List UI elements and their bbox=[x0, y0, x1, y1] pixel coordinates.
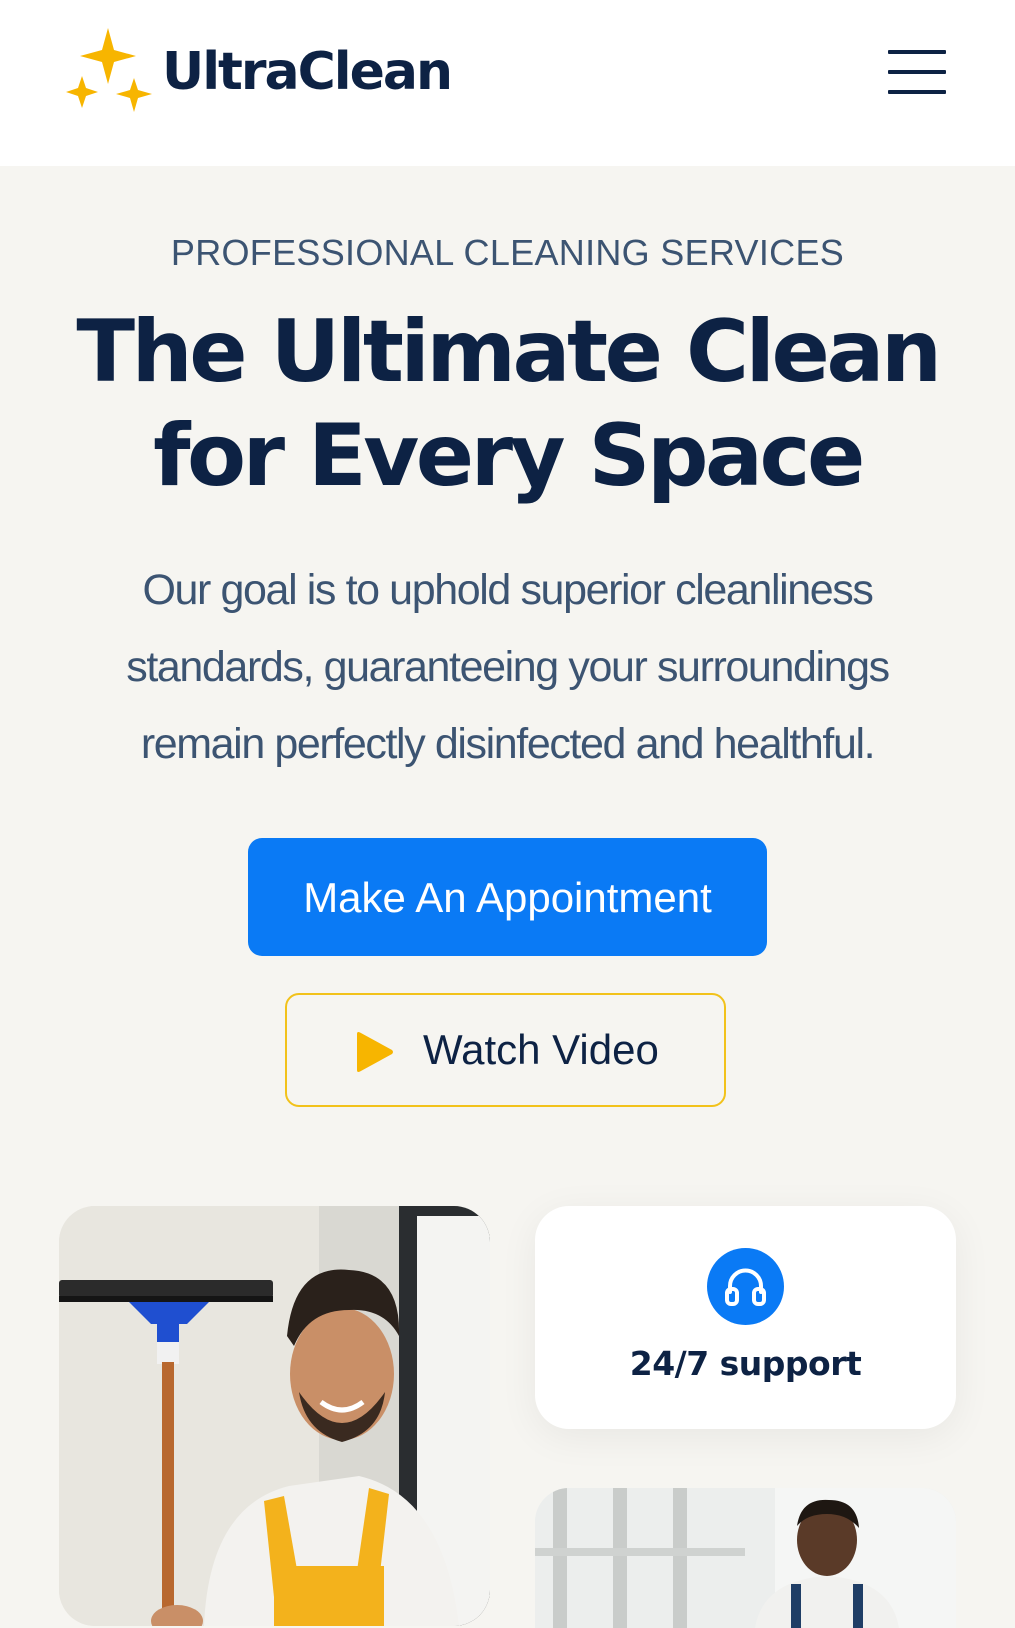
brand-logo[interactable]: UltraClean bbox=[62, 28, 462, 120]
photo-illustration bbox=[59, 1206, 490, 1626]
support-card[interactable]: 24/7 support bbox=[535, 1206, 956, 1429]
headline-line: for Every Space bbox=[153, 406, 865, 506]
description-line: Our goal is to uphold superior cleanline… bbox=[142, 566, 874, 614]
photo-illustration bbox=[535, 1488, 956, 1628]
brand-name: UltraClean bbox=[162, 42, 453, 102]
make-appointment-button[interactable]: Make An Appointment bbox=[248, 838, 767, 956]
headphones-icon bbox=[707, 1248, 784, 1325]
hamburger-menu-icon[interactable] bbox=[888, 48, 948, 96]
cleaner-at-work-photo bbox=[535, 1488, 956, 1628]
watch-video-label: Watch Video bbox=[423, 1026, 659, 1073]
support-label: 24/7 support bbox=[629, 1344, 862, 1383]
description-line: remain perfectly disinfected and healthf… bbox=[140, 720, 876, 768]
site-header: UltraClean bbox=[0, 0, 1015, 166]
hero-eyebrow: PROFESSIONAL CLEANING SERVICES bbox=[170, 232, 845, 273]
watch-video-button[interactable]: Watch Video bbox=[285, 993, 726, 1107]
hero-description: Our goal is to uphold superior cleanline… bbox=[60, 552, 955, 783]
sparkles-icon bbox=[66, 28, 152, 112]
cleaner-with-squeegee-photo bbox=[59, 1206, 490, 1626]
headline-line: The Ultimate Clean bbox=[76, 302, 942, 402]
description-line: standards, guaranteeing your surrounding… bbox=[126, 643, 890, 691]
play-icon bbox=[357, 1032, 393, 1072]
hero-headline: The Ultimate Clean for Every Space bbox=[0, 300, 1015, 508]
